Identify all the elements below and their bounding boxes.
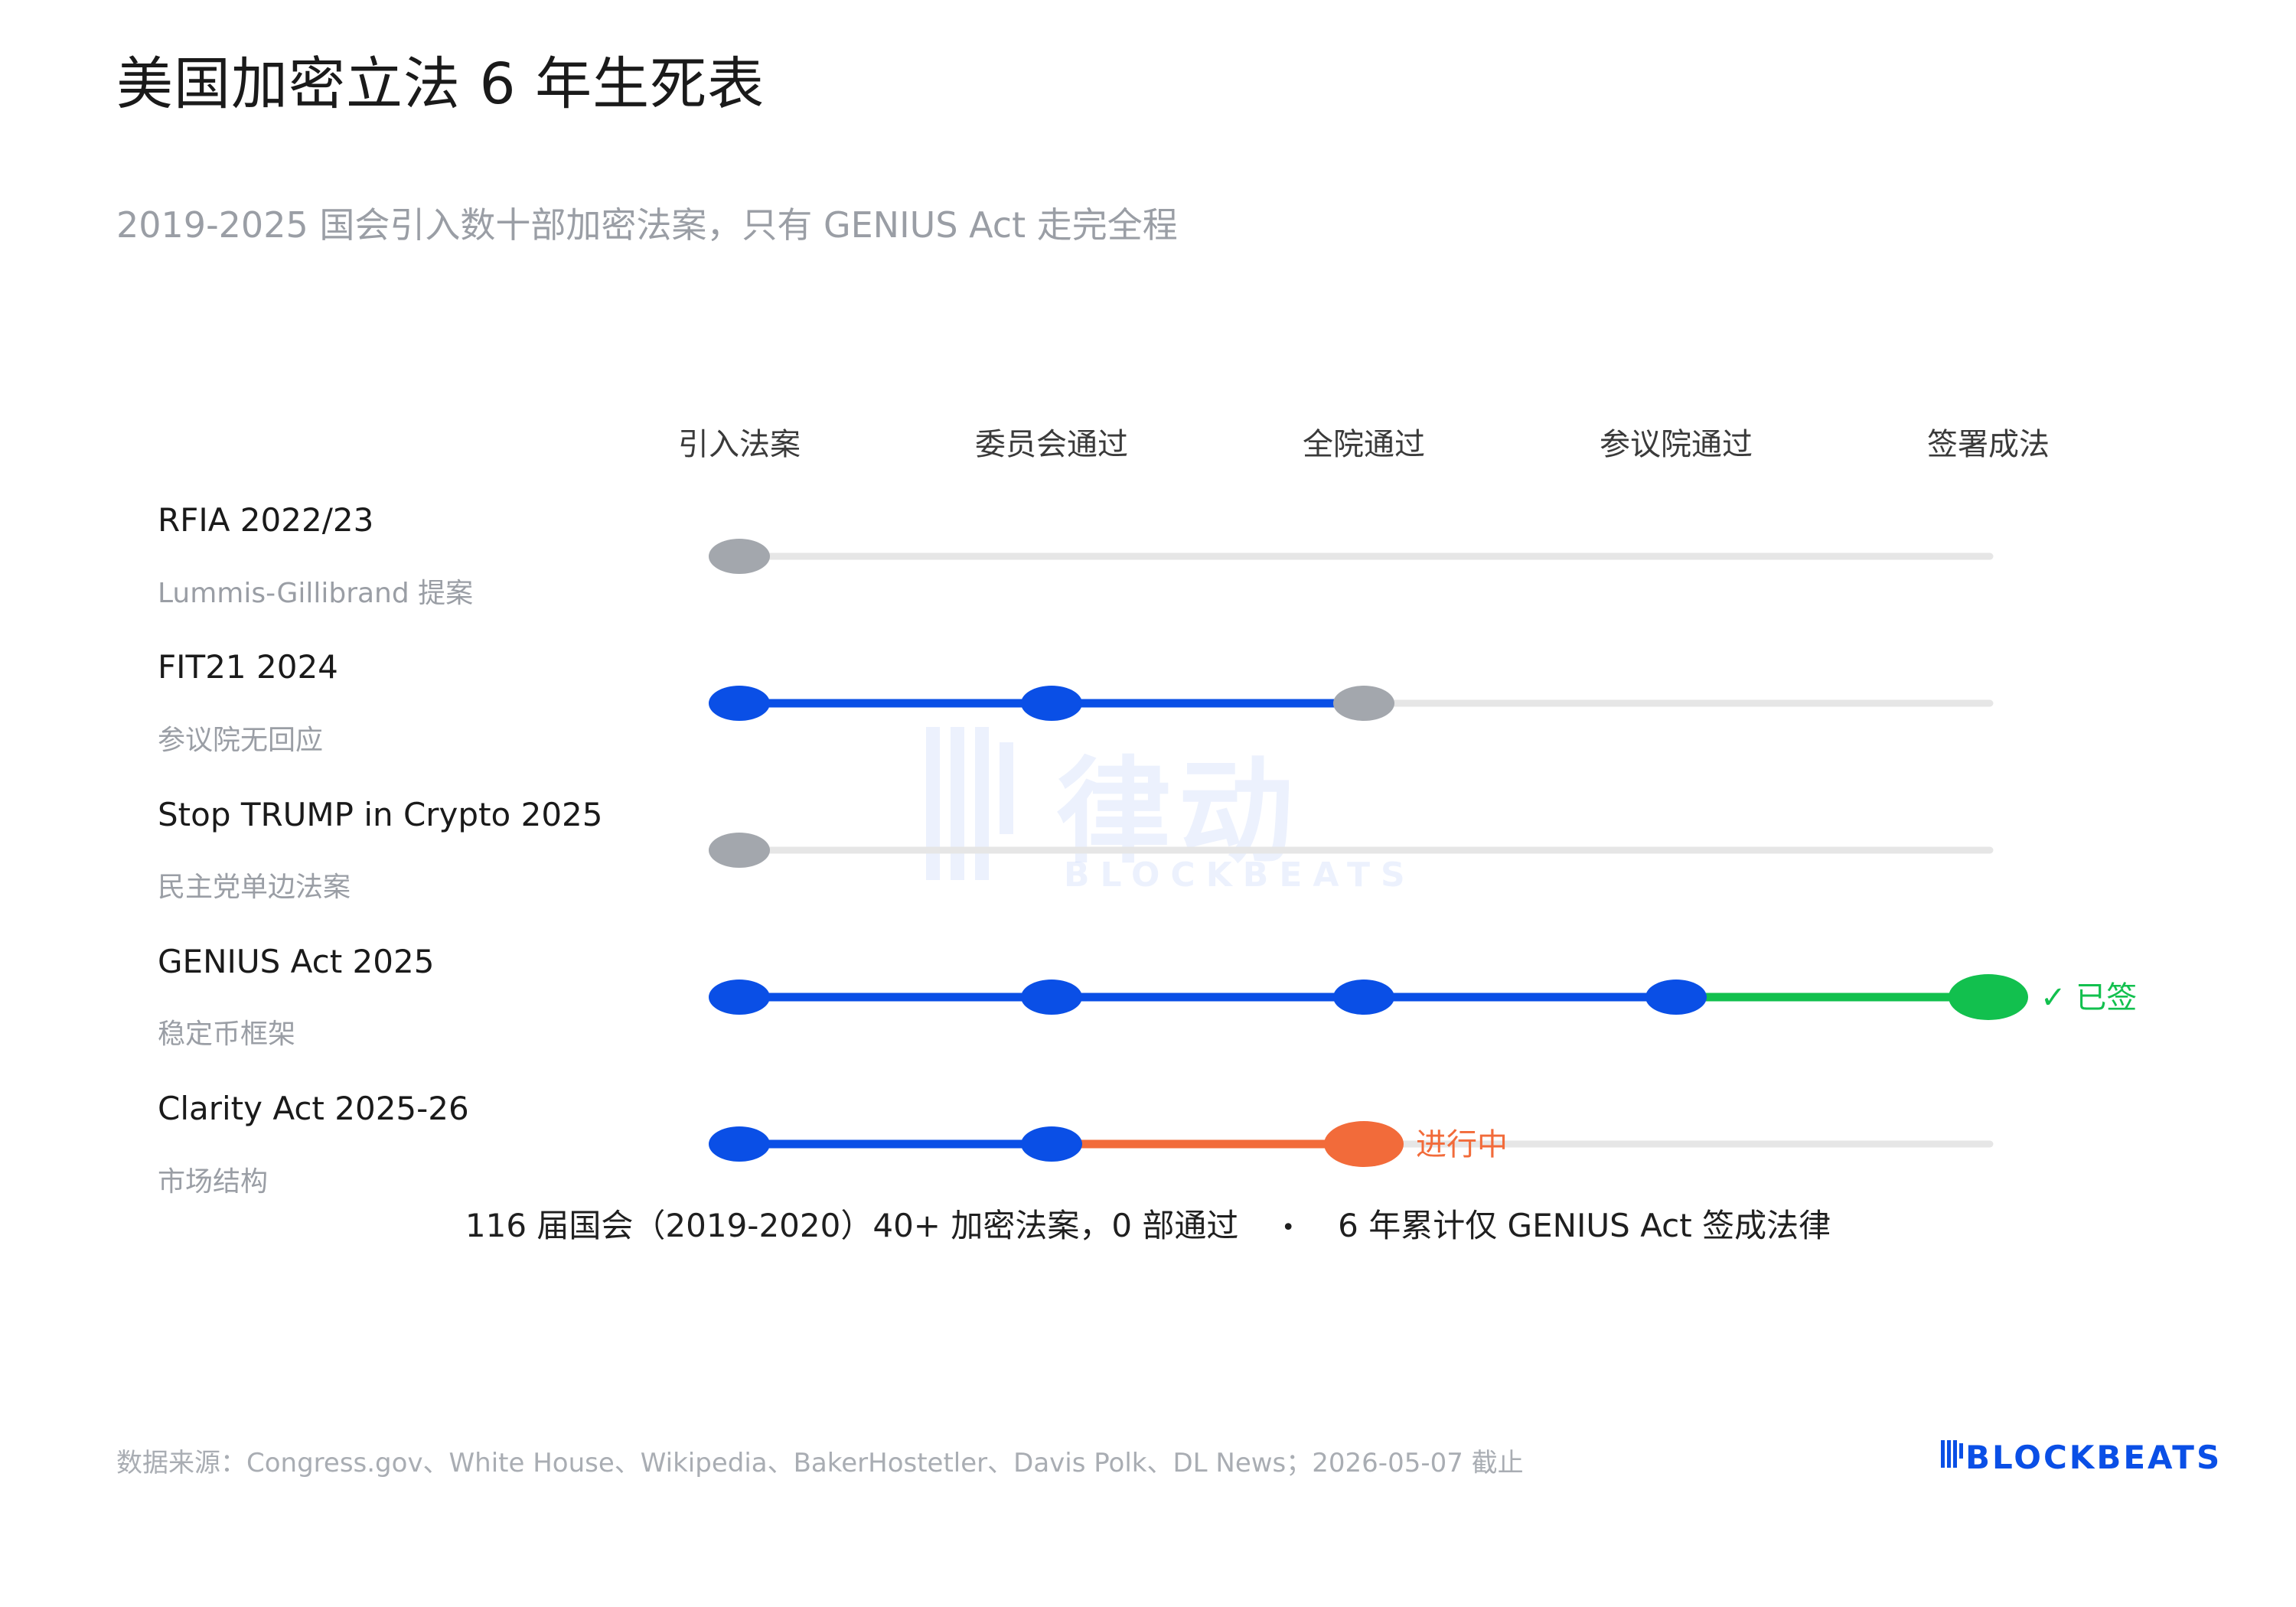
stage-node	[1324, 1121, 1404, 1167]
status-label: ✓ 已签	[2040, 980, 2137, 1015]
stage-node	[1021, 1126, 1082, 1162]
summary-separator: •	[1281, 1214, 1296, 1241]
summary-left: 116 届国会（2019-2020）40+ 加密法案，0 部通过	[465, 1207, 1239, 1244]
stage-node	[709, 1126, 770, 1162]
stage-node	[709, 833, 770, 868]
brand-name: BLOCKBEATS	[1965, 1439, 2223, 1476]
stage-node	[1333, 686, 1394, 721]
progress-diagram: ✓ 已签进行中	[709, 539, 2137, 1167]
status-label: 进行中	[1416, 1127, 1508, 1162]
stage-node	[1021, 686, 1082, 721]
stage-node	[1645, 980, 1707, 1015]
stage-node	[1949, 974, 2028, 1020]
blockbeats-logo-icon	[1941, 1440, 1963, 1468]
stage-node	[1333, 980, 1394, 1015]
stage-node	[709, 686, 770, 721]
stage-node	[1021, 980, 1082, 1015]
summary-line: 116 届国会（2019-2020）40+ 加密法案，0 部通过 • 6 年累计仅 …	[0, 1200, 2296, 1247]
source-note: 数据来源：Congress.gov、White House、Wikipedia、…	[116, 1448, 1524, 1478]
stage-node	[709, 980, 770, 1015]
stage-node	[709, 539, 770, 574]
summary-right: 6 年累计仅 GENIUS Act 签成法律	[1338, 1207, 1831, 1244]
